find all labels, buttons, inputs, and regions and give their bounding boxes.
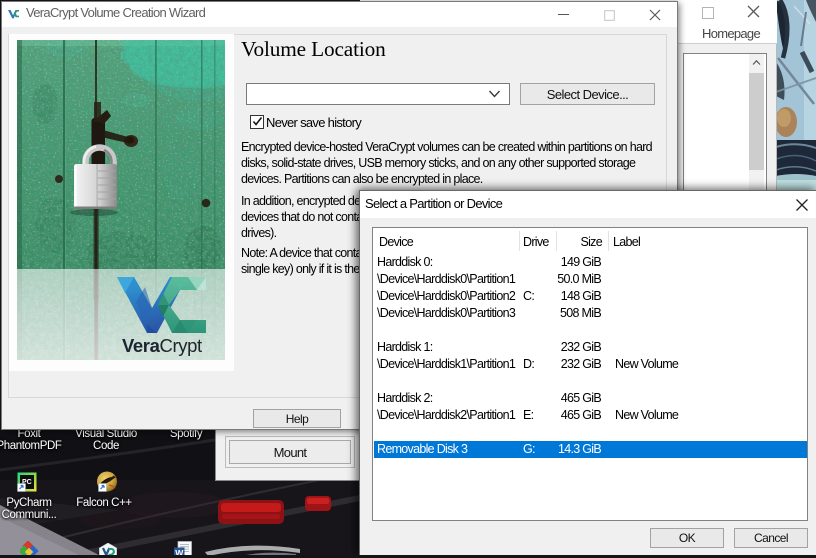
svg-text:VeraCrypt: VeraCrypt: [122, 335, 202, 356]
